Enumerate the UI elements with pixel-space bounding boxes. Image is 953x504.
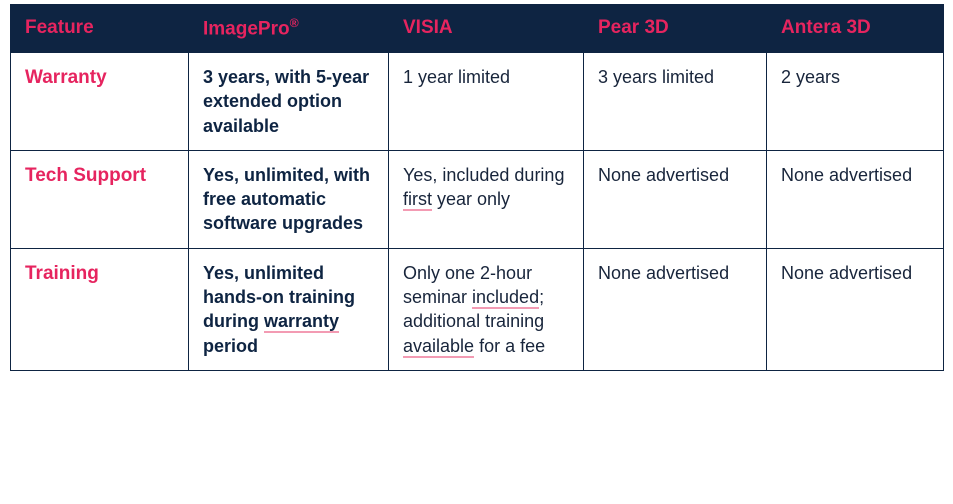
cell-tech-visia: Yes, included during first year only [389, 150, 584, 248]
cell-warranty-antera: 2 years [767, 52, 944, 150]
table-row: Training Yes, unlimited hands-on trainin… [11, 248, 944, 370]
cell-training-pear: None advertised [584, 248, 767, 370]
header-visia: VISIA [389, 5, 584, 53]
cell-training-imagepro: Yes, unlimited hands-on training during … [189, 248, 389, 370]
cell-tech-pear: None advertised [584, 150, 767, 248]
header-antera3d: Antera 3D [767, 5, 944, 53]
feature-label-tech: Tech Support [11, 150, 189, 248]
cell-warranty-imagepro: 3 years, with 5-year extended option ava… [189, 52, 389, 150]
cell-tech-imagepro: Yes, unlimited, with free automatic soft… [189, 150, 389, 248]
cell-text: period [203, 336, 258, 356]
cell-warranty-visia: 1 year limited [389, 52, 584, 150]
cell-text: for a fee [474, 336, 545, 356]
comparison-table: Feature ImagePro® VISIA Pear 3D Antera 3… [10, 4, 944, 371]
underline-text: included [472, 287, 539, 309]
header-pear3d: Pear 3D [584, 5, 767, 53]
feature-label-training: Training [11, 248, 189, 370]
cell-text: year only [432, 189, 510, 209]
header-imagepro-name: ImagePro [203, 18, 290, 39]
underline-text: warranty [264, 311, 339, 333]
table-row: Warranty 3 years, with 5-year extended o… [11, 52, 944, 150]
registered-mark-icon: ® [290, 16, 299, 30]
table-row: Tech Support Yes, unlimited, with free a… [11, 150, 944, 248]
feature-label-warranty: Warranty [11, 52, 189, 150]
underline-text: available [403, 336, 474, 358]
cell-warranty-pear: 3 years limited [584, 52, 767, 150]
cell-tech-antera: None advertised [767, 150, 944, 248]
header-feature: Feature [11, 5, 189, 53]
underline-text: first [403, 189, 432, 211]
cell-text: Yes, included during [403, 165, 564, 185]
cell-training-visia: Only one 2-hour seminar included; additi… [389, 248, 584, 370]
table-header-row: Feature ImagePro® VISIA Pear 3D Antera 3… [11, 5, 944, 53]
cell-training-antera: None advertised [767, 248, 944, 370]
header-imagepro: ImagePro® [189, 5, 389, 53]
